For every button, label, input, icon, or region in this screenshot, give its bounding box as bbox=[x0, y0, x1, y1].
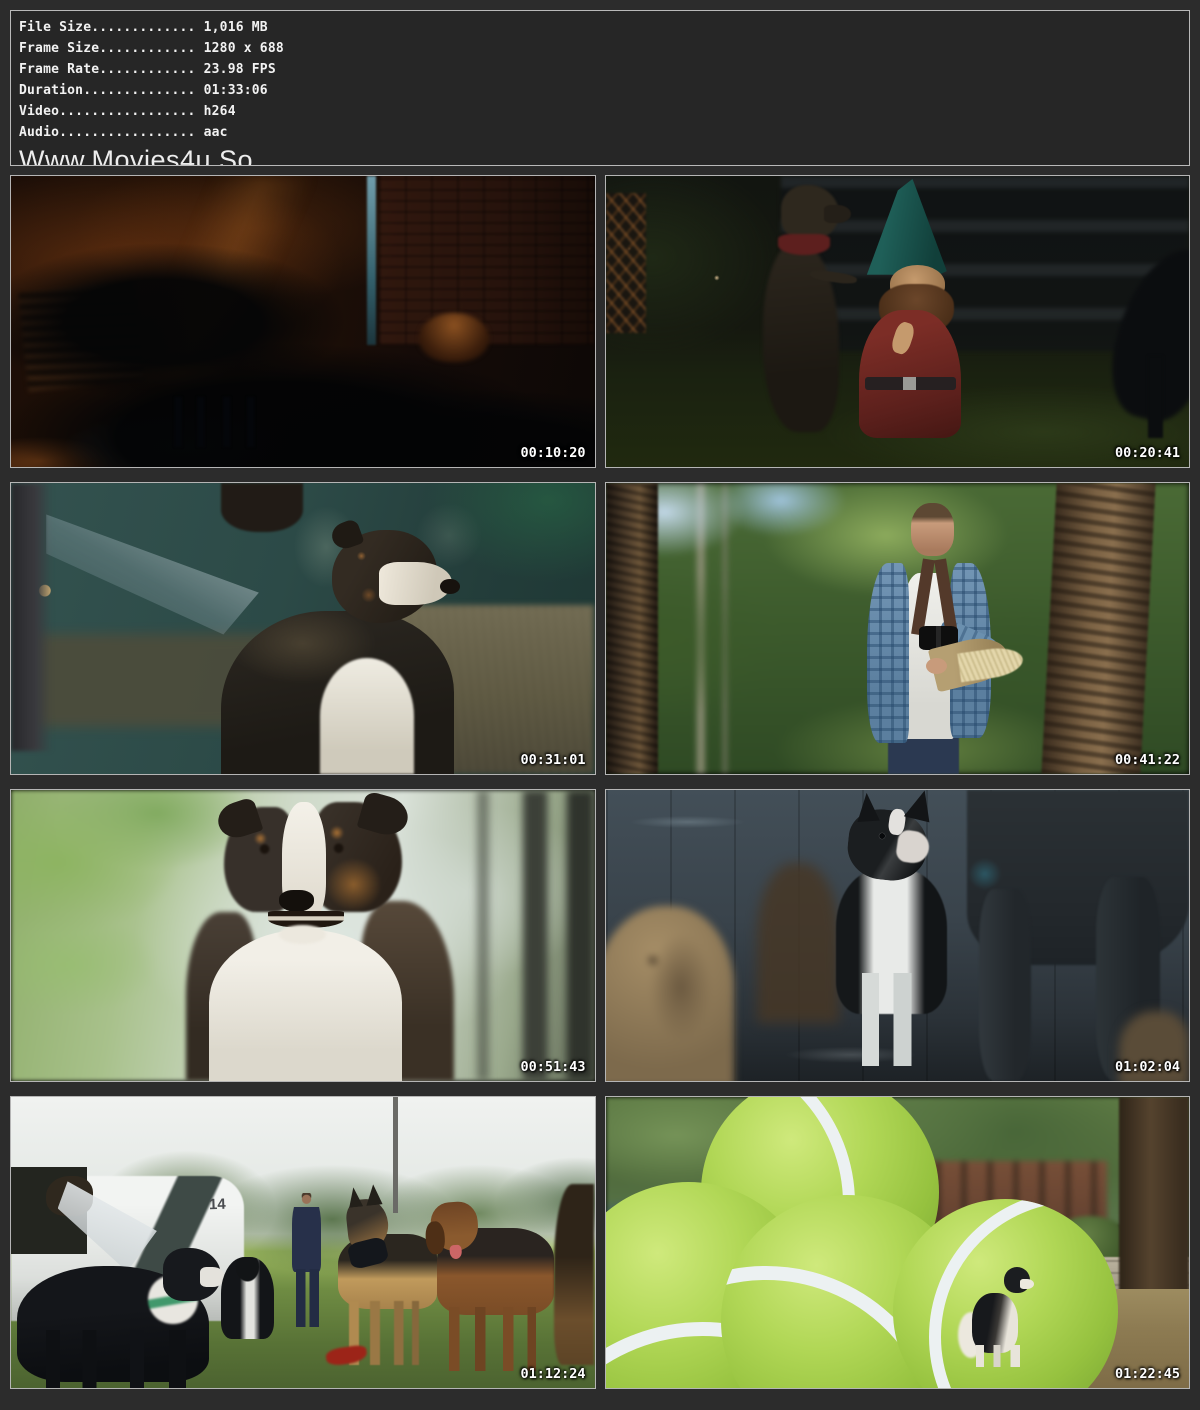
doodle-dog bbox=[606, 906, 734, 1081]
screenshot-thumb-3: 00:31:01 bbox=[10, 482, 596, 775]
border-collie-head bbox=[163, 1248, 221, 1300]
handler-legs bbox=[296, 1269, 319, 1327]
tree-trunk bbox=[1119, 1097, 1189, 1307]
still-cone-aussie bbox=[11, 483, 595, 774]
pine-trunk-left bbox=[606, 483, 659, 774]
aussie-nose bbox=[440, 579, 460, 594]
timestamp-overlay: 00:41:22 bbox=[1115, 752, 1180, 768]
terrier-bandana bbox=[778, 234, 831, 254]
screenshot-thumb-2: 00:20:41 bbox=[605, 175, 1191, 468]
file-info-line-framesize: Frame Size............ 1280 x 688 bbox=[19, 38, 1189, 59]
still-boston-terrier bbox=[606, 790, 1190, 1081]
timestamp-overlay: 00:31:01 bbox=[520, 752, 585, 768]
timestamp-overlay: 01:22:45 bbox=[1115, 1366, 1180, 1382]
timestamp-overlay: 00:20:41 bbox=[1115, 445, 1180, 461]
boston-legs bbox=[862, 973, 917, 1066]
screenshot-thumb-1: 00:10:20 bbox=[10, 175, 596, 468]
lattice-fence bbox=[606, 193, 647, 333]
great-dane-front-leg bbox=[979, 889, 1032, 1081]
gnome-belt bbox=[865, 377, 955, 390]
watermark: Www.Movies4u.So bbox=[19, 144, 1189, 166]
timestamp-overlay: 00:10:20 bbox=[520, 445, 585, 461]
still-k9-yard: 14 bbox=[11, 1097, 595, 1388]
still-gnome-night bbox=[606, 176, 1190, 467]
still-man-forest bbox=[606, 483, 1190, 774]
screenshot-thumb-5: 00:51:43 bbox=[10, 789, 596, 1082]
plaid-shirt-left bbox=[867, 563, 909, 743]
utility-pole bbox=[393, 1097, 398, 1213]
timestamp-overlay: 00:51:43 bbox=[520, 1059, 585, 1075]
file-info-panel: File Size............. 1,016 MB Frame Si… bbox=[10, 10, 1190, 166]
aussie-chest bbox=[320, 658, 413, 774]
dog-legs-silhouette bbox=[169, 397, 262, 446]
screenshot-thumb-8: 01:22:45 bbox=[605, 1096, 1191, 1389]
blurred-dog bbox=[757, 863, 839, 1023]
aussie-body bbox=[972, 1293, 1018, 1353]
timestamp-overlay: 01:02:04 bbox=[1115, 1059, 1180, 1075]
aussie-chest bbox=[209, 930, 402, 1081]
aussie-muzzle bbox=[1020, 1279, 1034, 1289]
deer-statue-leg bbox=[1148, 356, 1163, 437]
border-collie-legs bbox=[46, 1330, 186, 1388]
file-info-line-framerate: Frame Rate............ 23.98 FPS bbox=[19, 59, 1189, 80]
handler-arm bbox=[11, 483, 52, 751]
timestamp-overlay: 01:12:24 bbox=[520, 1366, 585, 1382]
file-info-line-duration: Duration.............. 01:33:06 bbox=[19, 80, 1189, 101]
screenshot-thumb-7: 14 01:12:24 bbox=[10, 1096, 596, 1389]
still-smiling-aussie bbox=[11, 790, 595, 1081]
still-tennis-balls bbox=[606, 1097, 1190, 1388]
file-info-line-filesize: File Size............. 1,016 MB bbox=[19, 17, 1189, 38]
screenshot-grid: 00:10:20 00:20:41 bbox=[10, 175, 1190, 1389]
pine-trunk-right bbox=[1041, 483, 1155, 774]
terrier-snout bbox=[824, 205, 850, 222]
file-info-line-video: Video................. h264 bbox=[19, 101, 1189, 122]
still-night-alley bbox=[11, 176, 595, 467]
dog-right-edge bbox=[554, 1184, 595, 1364]
tree-trunks bbox=[472, 790, 595, 1081]
boston-terrier-small bbox=[221, 1257, 274, 1338]
cone-dog-head bbox=[221, 483, 303, 532]
van-number: 14 bbox=[209, 1196, 226, 1214]
dog-handler bbox=[292, 1193, 321, 1272]
foreground-dog-silhouette bbox=[11, 176, 595, 467]
screenshot-thumb-4: 00:41:22 bbox=[605, 482, 1191, 775]
file-info-line-audio: Audio................. aac bbox=[19, 122, 1189, 143]
aussie-legs bbox=[976, 1345, 1020, 1367]
screenshot-thumb-6: 01:02:04 bbox=[605, 789, 1191, 1082]
man-hand bbox=[926, 658, 947, 674]
man-head bbox=[911, 503, 954, 555]
bloodhound-legs bbox=[449, 1307, 537, 1371]
